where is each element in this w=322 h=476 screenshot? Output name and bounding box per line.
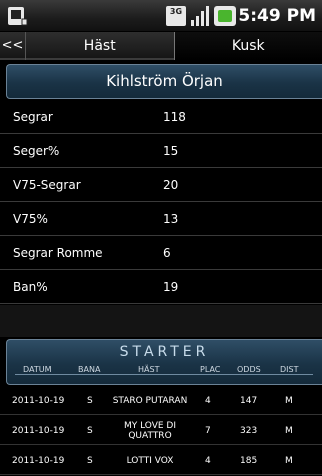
back-button[interactable]: <<	[0, 32, 26, 60]
cell-dist: M	[285, 425, 293, 436]
cell-hast: MY LOVE DI QUATTRO	[123, 420, 177, 441]
cell-datum: 2011-10-19	[12, 395, 65, 406]
tab-kusk[interactable]: Kusk	[174, 32, 322, 60]
stat-label: Segrar	[13, 110, 53, 124]
stat-value: 20	[163, 178, 179, 192]
cell-plac: 4	[205, 395, 211, 406]
battery-icon	[214, 6, 236, 26]
cell-hast: STARO PUTARAN	[112, 395, 188, 406]
column-header-odds: ODDS	[237, 365, 261, 374]
stat-row-ban-percent: Ban% 19	[0, 270, 322, 304]
column-header-dist: DIST	[280, 365, 299, 374]
starter-header: STARTER DATUM BANA HÄST PLAC ODDS DIST	[6, 339, 322, 385]
network-3g-icon: 3G	[166, 6, 186, 26]
starter-row[interactable]: 2011-10-19 S STARO PUTARAN 4 147 M	[0, 386, 322, 415]
stat-row-segrar: Segrar 118	[0, 100, 322, 134]
stat-label: V75-Segrar	[13, 178, 81, 192]
stat-label: Ban%	[13, 280, 48, 294]
cell-odds: 323	[240, 425, 258, 436]
cell-hast: LOTTI VOX	[126, 455, 174, 466]
header-divider	[15, 374, 313, 375]
tab-hast[interactable]: Häst	[26, 32, 175, 60]
stat-row-segrar-romme: Segrar Romme 6	[0, 236, 322, 270]
starter-title: STARTER	[119, 344, 210, 360]
stat-row-seger-percent: Seger% 15	[0, 134, 322, 168]
stat-label: Segrar Romme	[13, 246, 103, 260]
stat-label: V75%	[13, 212, 48, 226]
stats-spacer	[0, 305, 322, 337]
stat-value: 118	[163, 110, 186, 124]
cell-dist: M	[285, 455, 293, 466]
cell-odds: 147	[240, 395, 258, 406]
column-header-bana: BANA	[78, 365, 101, 374]
starter-row[interactable]: 2011-10-19 S LOTTI VOX 4 185 M	[0, 446, 322, 475]
cell-bana: S	[87, 455, 93, 466]
tab-bar: << Häst Kusk	[0, 32, 322, 60]
driver-name-header: Kihlström Örjan	[6, 64, 322, 99]
signal-icon	[190, 6, 210, 26]
stat-label: Seger%	[13, 144, 60, 158]
stat-value: 13	[163, 212, 179, 226]
stat-row-v75-segrar: V75-Segrar 20	[0, 168, 322, 202]
stat-value: 6	[163, 246, 171, 260]
status-bar: 3G 5:49 PM	[0, 0, 322, 32]
column-header-datum: DATUM	[23, 365, 52, 374]
cell-bana: S	[87, 425, 93, 436]
starter-row[interactable]: 2011-10-19 S MY LOVE DI QUATTRO 7 323 M	[0, 416, 322, 445]
stats-list: Segrar 118 Seger% 15 V75-Segrar 20 V75% …	[0, 100, 322, 304]
stat-row-v75-percent: V75% 13	[0, 202, 322, 236]
stat-value: 15	[163, 144, 179, 158]
cell-datum: 2011-10-19	[12, 455, 65, 466]
cell-plac: 4	[205, 455, 211, 466]
column-header-plac: PLAC	[200, 365, 221, 374]
clock: 5:49 PM	[238, 6, 316, 26]
column-header-hast: HÄST	[138, 365, 160, 374]
cell-datum: 2011-10-19	[12, 425, 65, 436]
cell-dist: M	[285, 395, 293, 406]
notification-icon	[8, 7, 28, 26]
cell-plac: 7	[205, 425, 211, 436]
stat-value: 19	[163, 280, 179, 294]
cell-odds: 185	[240, 455, 258, 466]
cell-bana: S	[87, 395, 93, 406]
